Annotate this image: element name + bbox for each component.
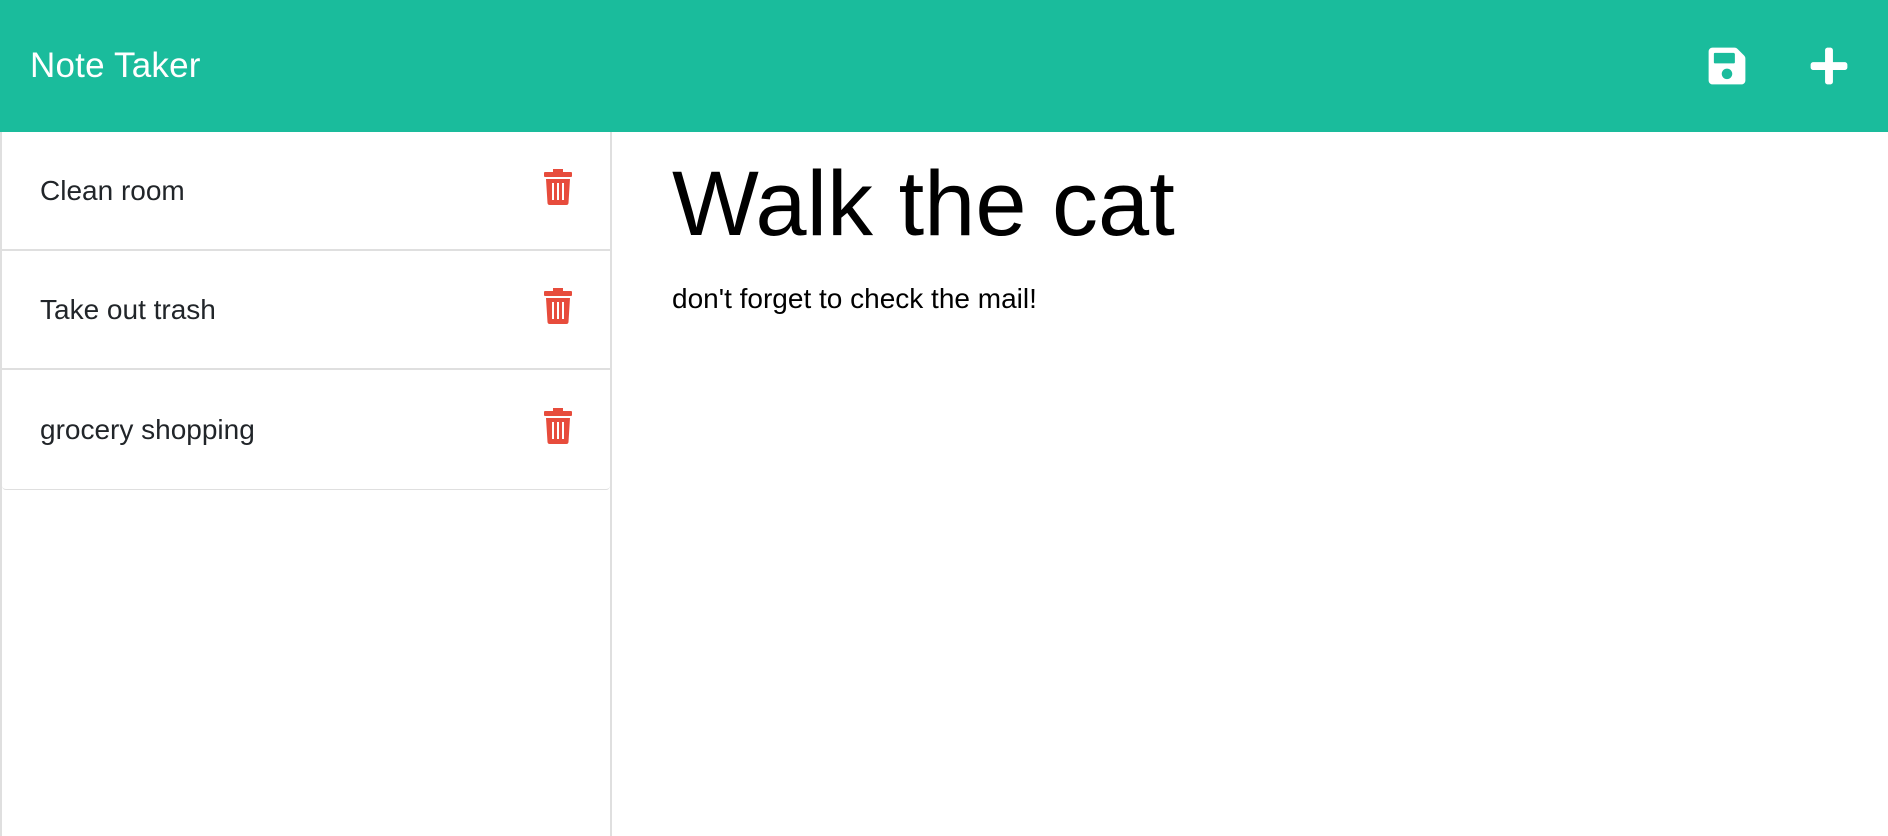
notes-sidebar: Clean room Take out trash grocery shoppi…	[0, 132, 612, 836]
plus-icon[interactable]	[1806, 43, 1852, 89]
note-title[interactable]: Clean room	[40, 175, 185, 207]
brand-title[interactable]: Note Taker	[30, 46, 201, 86]
note-title-input[interactable]: Walk the cat	[672, 156, 1828, 253]
note-text-area[interactable]: don't forget to check the mail!	[672, 283, 1828, 315]
note-editor: Walk the cat don't forget to check the m…	[612, 132, 1888, 836]
list-item[interactable]: Take out trash	[2, 251, 610, 370]
list-item[interactable]: grocery shopping	[2, 370, 610, 489]
nav-actions	[1704, 43, 1852, 89]
note-title[interactable]: Take out trash	[40, 294, 216, 326]
trash-icon[interactable]	[542, 406, 574, 446]
list-item[interactable]: Clean room	[2, 132, 610, 251]
navbar: Note Taker	[0, 0, 1888, 132]
trash-icon[interactable]	[542, 167, 574, 207]
note-list: Clean room Take out trash grocery shoppi…	[2, 132, 610, 490]
note-title[interactable]: grocery shopping	[40, 414, 255, 446]
save-icon[interactable]	[1704, 43, 1750, 89]
trash-icon[interactable]	[542, 286, 574, 326]
